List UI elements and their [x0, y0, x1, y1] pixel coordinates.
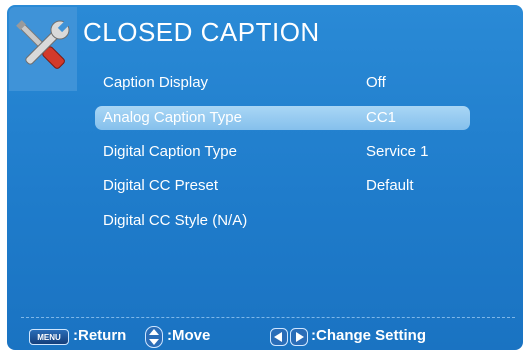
menu-item-label: Analog Caption Type: [103, 109, 242, 126]
menu-item-digital-caption-type[interactable]: Digital Caption Type Service 1: [95, 140, 470, 164]
change-setting-hint: :Change Setting: [311, 327, 426, 344]
menu-item-label: Digital CC Preset: [103, 177, 219, 194]
page-title: CLOSED CAPTION: [83, 17, 320, 47]
menu-item-digital-cc-style[interactable]: Digital CC Style (N/A): [95, 209, 470, 233]
menu-item-digital-cc-preset[interactable]: Digital CC Preset Default: [95, 174, 470, 198]
menu-item-label: Digital CC Style (N/A): [103, 212, 248, 229]
header-icon-box: [9, 7, 77, 91]
menu-item-value: Default: [366, 177, 414, 194]
footer-divider: [21, 317, 515, 318]
menu-item-value: CC1: [366, 109, 397, 126]
left-right-arrow-icon: [270, 328, 308, 346]
up-down-arrow-icon: [145, 326, 163, 348]
menu-item-label: Digital Caption Type: [103, 143, 237, 160]
menu-item-label: Caption Display: [103, 74, 209, 91]
move-hint: :Move: [167, 327, 211, 344]
osd-panel: CLOSED CAPTION Caption Display Off Analo…: [7, 5, 523, 350]
return-hint: :Return: [73, 327, 127, 344]
menu-item-analog-caption-type[interactable]: Analog Caption Type CC1: [95, 106, 470, 130]
menu-item-caption-display[interactable]: Caption Display Off: [95, 71, 470, 95]
menu-item-value: Service 1: [366, 143, 429, 160]
menu-item-value: Off: [366, 74, 386, 91]
menu-key-icon: MENU: [29, 329, 69, 345]
tools-icon: [16, 20, 70, 69]
